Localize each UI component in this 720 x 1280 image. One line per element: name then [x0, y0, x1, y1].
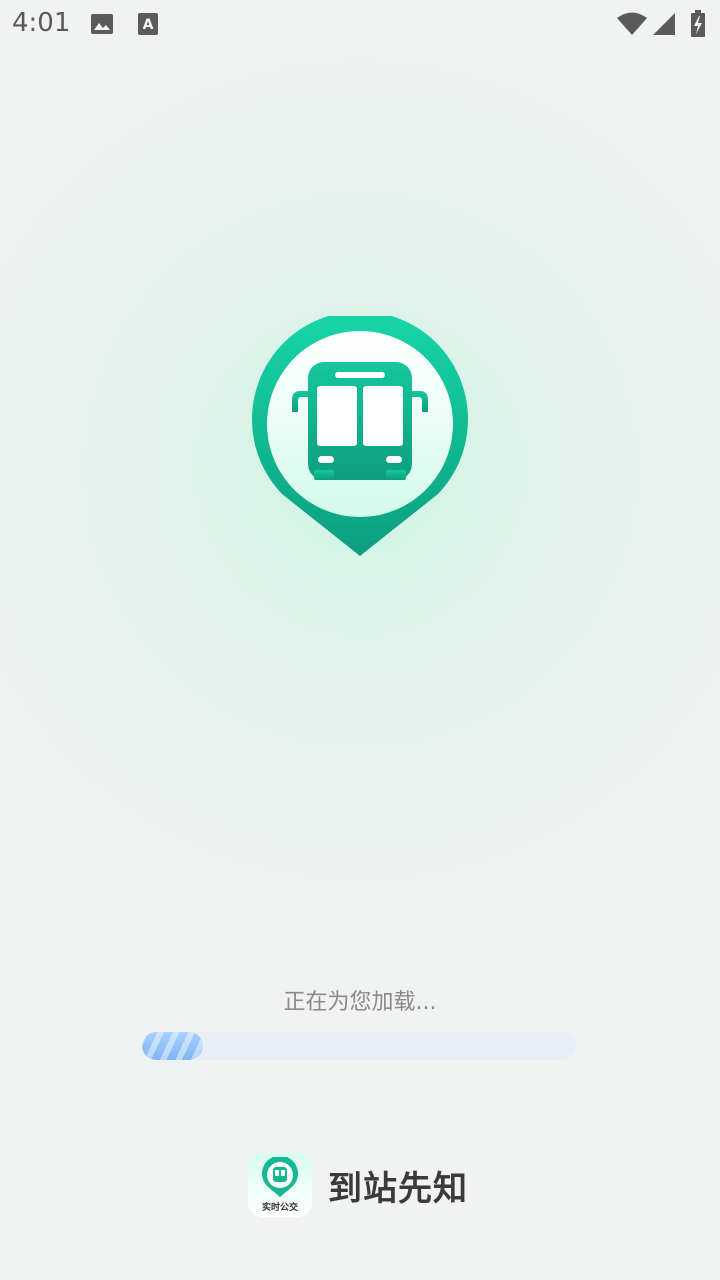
app-icon-label: 实时公交: [261, 1203, 298, 1213]
loading-text: 正在为您加载...: [283, 990, 437, 1015]
bus-location-pin-icon: [252, 316, 468, 556]
app-name: 到站先知: [328, 1168, 468, 1209]
bus-pin-icon: [262, 1157, 298, 1197]
battery-charging-icon: [691, 10, 705, 37]
image-icon: [91, 14, 113, 34]
app-brand: 实时公交 到站先知: [248, 1150, 468, 1220]
app-icon: 实时公交: [248, 1153, 312, 1217]
font-a-icon: A: [138, 13, 158, 35]
wifi-icon: [617, 12, 647, 35]
loading-progress-fill: [142, 1032, 203, 1060]
status-time: 4:01: [12, 8, 71, 38]
svg-text:A: A: [143, 17, 154, 33]
loading-progress-bar: [142, 1032, 576, 1060]
background-glow: [0, 0, 720, 1280]
status-bar: 4:01 A: [0, 0, 720, 48]
signal-icon: [653, 13, 675, 35]
